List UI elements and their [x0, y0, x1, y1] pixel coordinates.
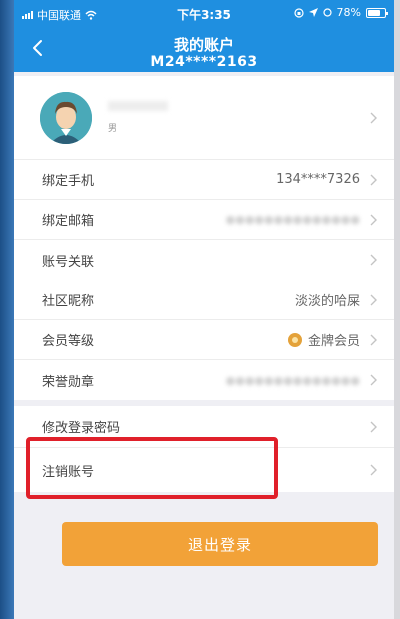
member-level-label: 会员等级: [42, 334, 95, 349]
honor-badge-row[interactable]: 荣誉勋章 ●●●●●●●●●●●●●●: [14, 360, 394, 400]
honor-badge-label: 荣誉勋章: [42, 374, 95, 390]
logout-button[interactable]: 退出登录: [62, 522, 378, 566]
gold-medal-icon: [287, 332, 302, 347]
app-header: 中国联通 下午3:35 78% 我的账户 M24****2163: [14, 0, 394, 72]
nickname-blurred: [108, 101, 168, 111]
profile-info: 男: [108, 101, 370, 134]
account-id: M24****2163: [150, 54, 258, 70]
chevron-right-icon: [370, 214, 377, 225]
location-icon: [308, 8, 318, 17]
account-link-label: 账号关联: [42, 254, 95, 270]
bind-phone-row[interactable]: 绑定手机 134****7326: [14, 160, 394, 200]
bind-email-value-blurred: ●●●●●●●●●●●●●●: [225, 213, 360, 226]
member-level-value: 金牌会员: [307, 334, 360, 349]
alarm-icon: [322, 8, 332, 17]
bind-phone-label: 绑定手机: [42, 174, 95, 189]
device-edge-right: [394, 0, 400, 619]
status-bar: 中国联通 下午3:35 78%: [14, 0, 394, 26]
chevron-right-icon: [370, 294, 377, 305]
member-level-row[interactable]: 会员等级 金牌会员: [14, 320, 394, 360]
bind-phone-value: 134****7326: [276, 172, 360, 187]
account-link-row[interactable]: 账号关联: [14, 240, 394, 280]
account-card: 男 绑定手机 134****7326 绑定邮箱 ●●●●●●●●●●●●●● 账…: [14, 76, 394, 280]
honor-badge-value-blurred: ●●●●●●●●●●●●●●: [225, 373, 360, 387]
chevron-right-icon: [370, 254, 377, 266]
community-card: 社区昵称 淡淡的哈屎 会员等级 金牌会员 荣誉勋章 ●●●●●●●●●●●●●●: [14, 280, 394, 400]
chevron-right-icon: [370, 174, 377, 185]
chevron-right-icon: [370, 374, 377, 386]
chevron-right-icon: [370, 334, 377, 345]
chevron-right-icon: [370, 421, 377, 432]
avatar-image: [40, 91, 92, 144]
status-right: 78%: [293, 6, 388, 19]
chevron-right-icon: [370, 464, 377, 476]
phone-screen: 中国联通 下午3:35 78% 我的账户 M24****2163 男 绑定手机 …: [14, 0, 394, 619]
chevron-right-icon: [370, 112, 377, 123]
change-password-label: 修改登录密码: [42, 421, 121, 436]
bind-email-label: 绑定邮箱: [42, 214, 95, 229]
orientation-lock-icon: [293, 7, 304, 18]
highlight-box: [26, 437, 278, 499]
gender-label: 男: [108, 124, 118, 134]
bind-email-row[interactable]: 绑定邮箱 ●●●●●●●●●●●●●●: [14, 200, 394, 240]
battery-percent: 78%: [336, 6, 361, 19]
nickname-value: 淡淡的哈屎: [294, 294, 360, 309]
page-title: 我的账户: [173, 36, 234, 54]
nickname-label: 社区昵称: [42, 294, 95, 309]
device-edge-left: [0, 0, 14, 619]
profile-row[interactable]: 男: [14, 76, 394, 160]
avatar: [40, 91, 92, 144]
battery-icon: [366, 7, 388, 18]
nickname-row[interactable]: 社区昵称 淡淡的哈屎: [14, 280, 394, 320]
